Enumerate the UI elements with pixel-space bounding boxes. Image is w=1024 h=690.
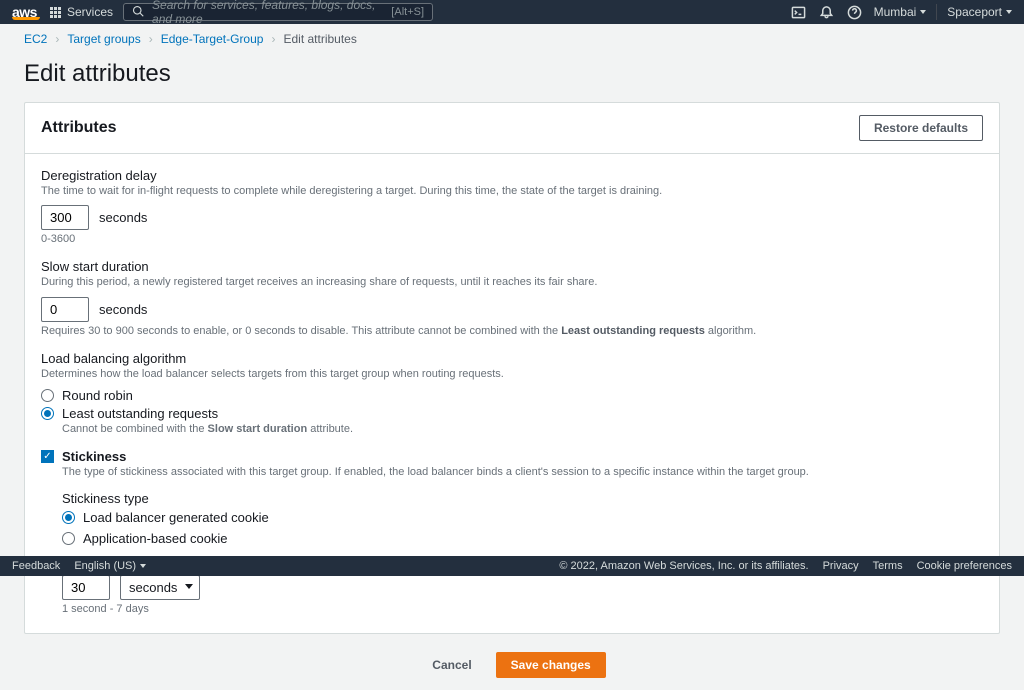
chevron-down-icon: [920, 10, 926, 14]
stickiness-type-block: Stickiness type Load balancer generated …: [62, 491, 983, 546]
breadcrumb-current: Edit attributes: [283, 32, 356, 46]
slow-start-field: Slow start duration During this period, …: [41, 259, 983, 336]
restore-defaults-button[interactable]: Restore defaults: [859, 115, 983, 141]
radio-label: Load balancer generated cookie: [83, 510, 269, 525]
breadcrumb: EC2 › Target groups › Edge-Target-Group …: [0, 24, 1024, 54]
account-label: Spaceport: [947, 5, 1002, 19]
chevron-down-icon: [140, 564, 146, 568]
aws-logo-text: aws: [12, 4, 37, 20]
search-icon: [132, 5, 144, 20]
deregistration-delay-field: Deregistration delay The time to wait fo…: [41, 168, 983, 245]
stickiness-duration-unit-select[interactable]: seconds: [120, 575, 200, 600]
notifications-icon[interactable]: [818, 3, 836, 21]
services-menu[interactable]: Services: [50, 5, 113, 19]
footer: Feedback English (US) © 2022, Amazon Web…: [0, 556, 1024, 576]
top-nav: aws Services Search for services, featur…: [0, 0, 1024, 24]
search-input[interactable]: Search for services, features, blogs, do…: [123, 3, 433, 21]
cancel-button[interactable]: Cancel: [418, 652, 485, 678]
panel-title: Attributes: [41, 119, 117, 137]
radio-round-robin[interactable]: Round robin: [41, 388, 983, 403]
services-label: Services: [67, 5, 113, 19]
feedback-link[interactable]: Feedback: [12, 560, 60, 572]
radio-app-cookie[interactable]: Application-based cookie: [62, 531, 983, 546]
search-shortcut: [Alt+S]: [391, 6, 424, 18]
lb-algorithm-field: Load balancing algorithm Determines how …: [41, 351, 983, 435]
radio-lb-cookie[interactable]: Load balancer generated cookie: [62, 510, 983, 525]
divider: [936, 4, 937, 20]
unit-label: seconds: [99, 302, 147, 317]
stickiness-checkbox[interactable]: ✓ Stickiness: [41, 449, 983, 464]
hint-text: Requires 30 to 900 seconds to enable, or…: [41, 325, 561, 337]
privacy-link[interactable]: Privacy: [823, 560, 859, 572]
region-selector[interactable]: Mumbai: [874, 5, 927, 19]
radio-least-outstanding[interactable]: Least outstanding requests: [41, 406, 983, 421]
account-selector[interactable]: Spaceport: [947, 5, 1012, 19]
radio-hint: Cannot be combined with the Slow start d…: [62, 423, 983, 435]
terms-link[interactable]: Terms: [873, 560, 903, 572]
form-actions: Cancel Save changes: [24, 634, 1000, 690]
hint-text: Cannot be combined with the: [62, 423, 208, 435]
radio-label: Application-based cookie: [83, 531, 228, 546]
deregistration-delay-input[interactable]: [41, 205, 89, 230]
radio-label: Round robin: [62, 388, 133, 403]
field-hint: 0-3600: [41, 233, 983, 245]
field-label: Slow start duration: [41, 259, 983, 274]
slow-start-input[interactable]: [41, 297, 89, 322]
cloudshell-icon[interactable]: [790, 3, 808, 21]
field-description: The type of stickiness associated with t…: [62, 465, 983, 480]
checkbox-label: Stickiness: [62, 449, 126, 464]
hint-text: attribute.: [307, 423, 353, 435]
field-label: Deregistration delay: [41, 168, 983, 183]
language-selector[interactable]: English (US): [74, 560, 146, 572]
hint-em: Least outstanding requests: [561, 325, 705, 337]
breadcrumb-target-group-name[interactable]: Edge-Target-Group: [161, 32, 264, 46]
field-description: Determines how the load balancer selects…: [41, 367, 983, 382]
radio-label: Least outstanding requests: [62, 406, 218, 421]
panel-header: Attributes Restore defaults: [25, 103, 999, 154]
hint-text: algorithm.: [705, 325, 756, 337]
chevron-right-icon: ›: [149, 32, 153, 46]
chevron-down-icon: [1006, 10, 1012, 14]
region-label: Mumbai: [874, 5, 917, 19]
radio-icon: [41, 407, 54, 420]
page-title: Edit attributes: [24, 60, 1000, 88]
select-value: seconds: [129, 580, 177, 595]
hint-em: Slow start duration: [208, 423, 308, 435]
field-description: The time to wait for in-flight requests …: [41, 184, 983, 199]
chevron-right-icon: ›: [55, 32, 59, 46]
save-changes-button[interactable]: Save changes: [496, 652, 606, 678]
radio-icon: [62, 511, 75, 524]
grid-icon: [50, 7, 61, 18]
breadcrumb-target-groups[interactable]: Target groups: [67, 32, 140, 46]
field-label: Load balancing algorithm: [41, 351, 983, 366]
field-hint: 1 second - 7 days: [62, 603, 983, 615]
field-hint: Requires 30 to 900 seconds to enable, or…: [41, 325, 983, 337]
language-label: English (US): [74, 560, 136, 572]
chevron-right-icon: ›: [271, 32, 275, 46]
radio-icon: [62, 532, 75, 545]
unit-label: seconds: [99, 210, 147, 225]
radio-icon: [41, 389, 54, 402]
copyright-text: © 2022, Amazon Web Services, Inc. or its…: [559, 560, 808, 572]
field-description: During this period, a newly registered t…: [41, 275, 983, 290]
chevron-down-icon: [185, 584, 193, 589]
page-content: Edit attributes Attributes Restore defau…: [0, 60, 1024, 690]
cookies-link[interactable]: Cookie preferences: [917, 560, 1012, 572]
breadcrumb-ec2[interactable]: EC2: [24, 32, 47, 46]
stickiness-field: ✓ Stickiness The type of stickiness asso…: [41, 449, 983, 614]
field-label: Stickiness type: [62, 491, 983, 506]
checkbox-icon: ✓: [41, 450, 54, 463]
help-icon[interactable]: [846, 3, 864, 21]
stickiness-duration-input[interactable]: [62, 575, 110, 600]
attributes-panel: Attributes Restore defaults Deregistrati…: [24, 102, 1000, 634]
aws-logo[interactable]: aws: [12, 4, 40, 20]
search-placeholder: Search for services, features, blogs, do…: [152, 0, 383, 26]
